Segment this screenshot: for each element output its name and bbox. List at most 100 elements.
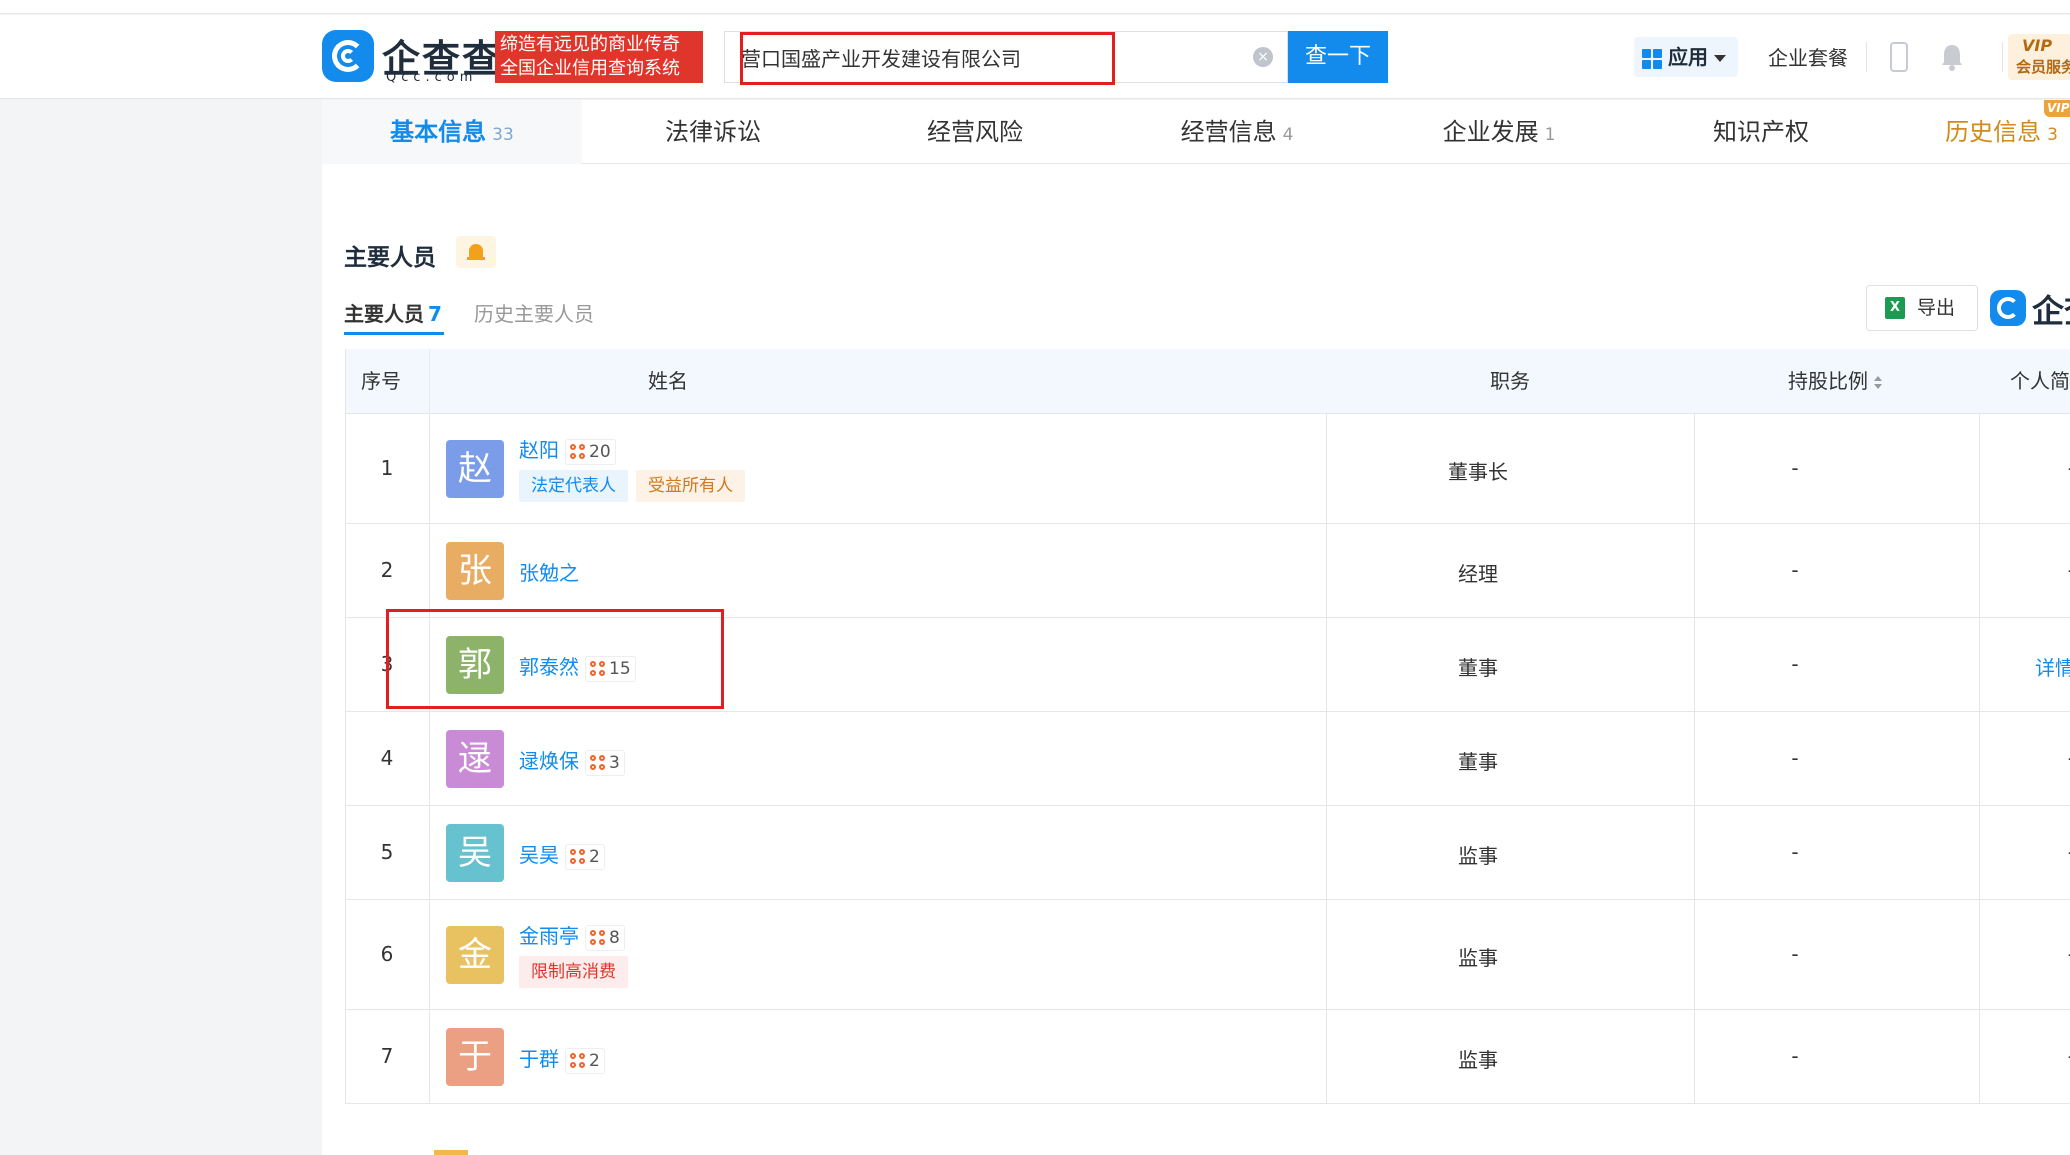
- excel-icon: X: [1885, 297, 1905, 319]
- clear-icon[interactable]: ×: [1253, 47, 1273, 67]
- row-index: 6: [380, 942, 394, 966]
- tab-business-info[interactable]: 经营信息 4: [1106, 100, 1368, 164]
- chevron-down-icon: [1714, 55, 1726, 62]
- tab-development[interactable]: 企业发展 1: [1368, 100, 1630, 164]
- avatar[interactable]: 金: [446, 926, 504, 984]
- person-tag[interactable]: 限制高消费: [519, 956, 628, 988]
- relation-count-badge[interactable]: 8: [585, 924, 625, 951]
- table-header: 序号 姓名 职务 持股比例 个人简: [345, 349, 2070, 414]
- tab-business-risk[interactable]: 经营风险: [844, 100, 1106, 164]
- sort-icon[interactable]: [1874, 375, 1882, 390]
- role-cell: 经理: [1458, 562, 1498, 586]
- vip-label: VIP: [2022, 36, 2053, 55]
- person-name-group: 于群 2: [519, 1043, 605, 1074]
- person-name-link[interactable]: 吴昊: [519, 843, 559, 867]
- avatar[interactable]: 赵: [446, 440, 504, 498]
- tab-label: 法律诉讼: [665, 118, 761, 146]
- vip-service-button[interactable]: VIP 会员服务: [2008, 34, 2070, 80]
- subtab-label: 主要人员: [344, 302, 424, 326]
- person-name-link[interactable]: 逯焕保: [519, 749, 579, 773]
- slogan-line-1: 缔造有远见的商业传奇: [500, 34, 680, 55]
- relation-count: 3: [609, 752, 620, 773]
- tab-bar: 基本信息 33 法律诉讼 经营风险 经营信息 4 企业发展 1 知识产权 历史信息 3: [322, 100, 2070, 164]
- apps-menu-button[interactable]: 应用: [1634, 37, 1738, 77]
- column-divider: [1979, 414, 1980, 1104]
- tab-count: 3: [2047, 125, 2058, 145]
- avatar[interactable]: 张: [446, 542, 504, 600]
- tab-label: 历史信息: [1945, 118, 2042, 146]
- role-cell: 监事: [1458, 844, 1498, 868]
- section-title: 主要人员: [344, 245, 436, 271]
- person-tag[interactable]: 法定代表人: [519, 470, 628, 502]
- relation-graph-icon: [590, 929, 606, 946]
- person-name-link[interactable]: 张勉之: [519, 561, 579, 585]
- subtab-history-staff[interactable]: 历史主要人员: [474, 298, 594, 327]
- row-index: 2: [380, 558, 394, 582]
- tab-basic-info[interactable]: 基本信息 33: [322, 100, 582, 164]
- table-row: 5 吴吴昊 2 监事 - -: [345, 806, 2070, 900]
- bell-icon-base: [467, 257, 485, 260]
- header-shareholding-label: 持股比例: [1788, 369, 1868, 393]
- table-row: 2 张张勉之 经理 - -: [345, 524, 2070, 618]
- bio-detail-link[interactable]: 详情: [1985, 652, 2070, 681]
- bio-cell: -: [1985, 942, 2070, 966]
- tab-label: 企业发展: [1442, 118, 1539, 146]
- relation-count-badge[interactable]: 2: [565, 1047, 605, 1074]
- role-cell: 董事: [1458, 750, 1498, 774]
- tab-label: 知识产权: [1713, 118, 1809, 146]
- export-button[interactable]: X 导出: [1866, 285, 1978, 331]
- column-divider: [1694, 414, 1695, 1104]
- avatar[interactable]: 逯: [446, 730, 504, 788]
- vip-tag: VIP: [2044, 100, 2070, 117]
- bell-icon: [469, 244, 483, 258]
- header-bio: 个人简: [2010, 369, 2070, 393]
- relation-count-badge[interactable]: 3: [585, 749, 625, 776]
- person-name-link[interactable]: 于群: [519, 1047, 559, 1071]
- relation-count: 2: [589, 846, 600, 867]
- enterprise-suite-link[interactable]: 企业套餐: [1768, 42, 1848, 71]
- table-row: 6 金金雨亭 8 限制高消费 监事 - -: [345, 900, 2070, 1010]
- subtab-current-staff[interactable]: 主要人员 7: [344, 298, 442, 327]
- person-name-link[interactable]: 金雨亭: [519, 924, 579, 948]
- tab-ip[interactable]: 知识产权: [1630, 100, 1892, 164]
- subscribe-button[interactable]: [456, 236, 496, 268]
- tab-count: 33: [492, 125, 514, 145]
- shareholding-cell: -: [1791, 558, 1799, 582]
- person-tag[interactable]: 受益所有人: [636, 470, 745, 502]
- bell-icon[interactable]: [1940, 42, 1964, 72]
- row-index: 7: [380, 1044, 394, 1068]
- header-name: 姓名: [648, 369, 688, 393]
- relation-graph-icon: [590, 754, 606, 771]
- avatar[interactable]: 于: [446, 1028, 504, 1086]
- grid-icon: [1642, 48, 1662, 69]
- apps-label: 应用: [1668, 45, 1708, 69]
- phone-icon[interactable]: [1890, 42, 1908, 72]
- subtab-count: 7: [428, 302, 442, 326]
- tag-list: 限制高消费: [519, 956, 636, 988]
- shareholding-cell: -: [1791, 746, 1799, 770]
- left-blank-pane: [0, 100, 322, 1155]
- relation-count: 20: [589, 441, 611, 462]
- relation-count-badge[interactable]: 20: [565, 438, 616, 465]
- slogan-banner: 缔造有远见的商业传奇 全国企业信用查询系统: [495, 31, 703, 83]
- slogan-line-2: 全国企业信用查询系统: [500, 58, 680, 79]
- tab-label: 经营信息: [1180, 118, 1277, 146]
- table-border: [345, 349, 346, 1104]
- export-label: 导出: [1917, 297, 1956, 319]
- tab-legal[interactable]: 法律诉讼: [582, 100, 844, 164]
- relation-count-badge[interactable]: 2: [565, 843, 605, 870]
- search-button[interactable]: 查一下: [1288, 31, 1388, 83]
- role-cell: 监事: [1458, 1048, 1498, 1072]
- active-subtab-indicator: [344, 332, 444, 335]
- role-cell: 董事: [1458, 656, 1498, 680]
- divider: [1866, 42, 1867, 72]
- person-name-link[interactable]: 赵阳: [519, 438, 559, 462]
- column-divider: [429, 414, 430, 1104]
- row-index: 4: [380, 746, 394, 770]
- bio-cell: -: [1985, 746, 2070, 770]
- table-row: 1 赵赵阳 20 法定代表人受益所有人 董事长 - -: [345, 414, 2070, 524]
- bio-cell: -: [1985, 1044, 2070, 1068]
- avatar[interactable]: 吴: [446, 824, 504, 882]
- qcc-logo-icon: [1990, 290, 2026, 326]
- header-shareholding[interactable]: 持股比例: [1788, 349, 1882, 414]
